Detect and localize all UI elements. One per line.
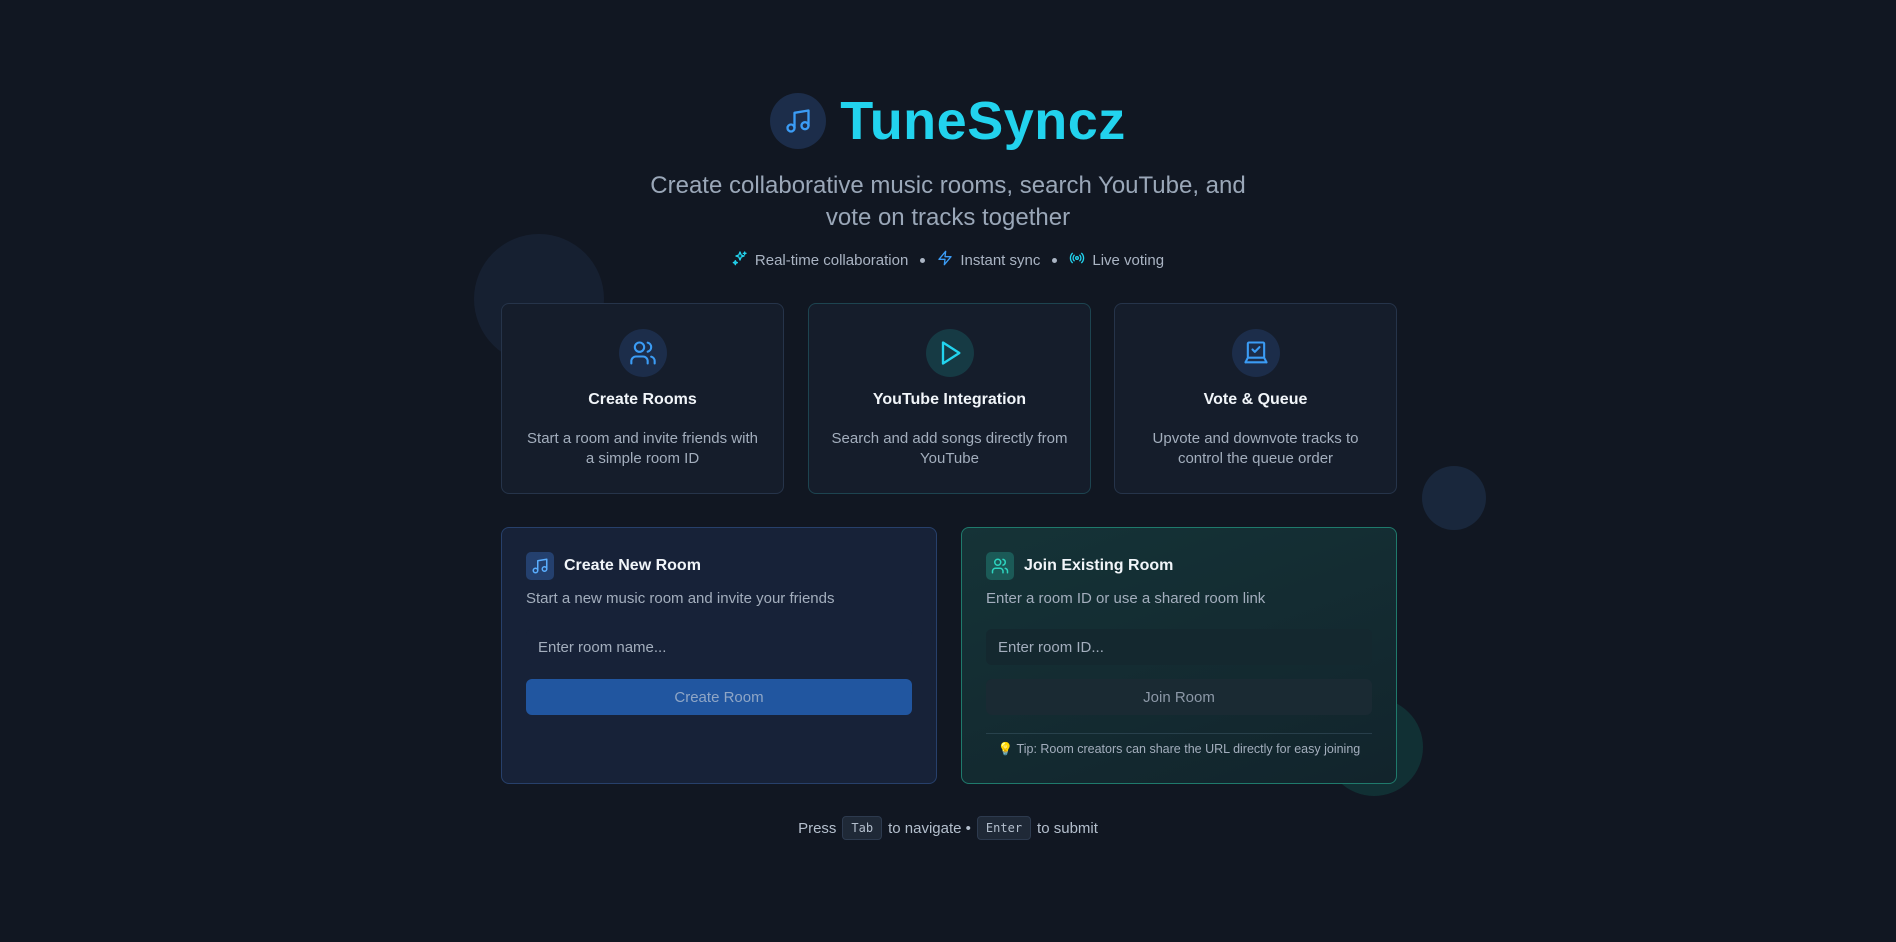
feature-title: YouTube Integration [872, 391, 1027, 408]
hint-submit: to submit [1037, 819, 1098, 837]
feature-description: Upvote and downvote tracks to control th… [1152, 430, 1359, 467]
highlight-label: Instant sync [960, 251, 1041, 269]
sparkles-icon [732, 250, 748, 270]
join-room-button[interactable]: Join Room [986, 679, 1372, 715]
app-header: TuneSyncz [0, 90, 1896, 152]
highlight-realtime: Real-time collaboration [732, 250, 908, 270]
hint-press: Press [798, 819, 837, 837]
music-note-icon [770, 93, 827, 149]
room-id-input[interactable] [986, 629, 1372, 665]
highlight-sync: Instant sync [937, 250, 1040, 270]
separator-dot [1052, 257, 1058, 263]
feature-card-create-rooms: Create Rooms Start a room and invite fri… [501, 303, 784, 494]
feature-card-youtube: YouTube Integration Search and add songs… [808, 303, 1091, 494]
keyboard-hint: Press Tab to navigate • Enter to submit [0, 816, 1896, 840]
join-tip: 💡 Tip: Room creators can share the URL d… [986, 733, 1372, 757]
users-icon [986, 552, 1014, 580]
lightning-icon [937, 250, 953, 270]
join-room-subtitle: Enter a room ID or use a shared room lin… [986, 590, 1266, 607]
highlight-label: Real-time collaboration [754, 251, 909, 269]
hint-navigate: to navigate • [888, 819, 971, 837]
create-room-title: Create New Room [564, 557, 701, 574]
join-room-title: Join Existing Room [1024, 557, 1174, 574]
vote-icon [1231, 329, 1280, 377]
create-room-header: Create New Room [526, 552, 912, 580]
create-room-subtitle: Start a new music room and invite your f… [526, 590, 835, 607]
feature-title: Create Rooms [588, 391, 697, 408]
tab-key: Tab [842, 816, 883, 840]
join-room-panel: Join Existing Room Enter a room ID or us… [961, 527, 1397, 784]
join-room-header: Join Existing Room [986, 552, 1372, 580]
app-title: TuneSyncz [840, 91, 1126, 151]
create-room-button[interactable]: Create Room [526, 679, 912, 715]
background-blob [1422, 466, 1486, 530]
feature-card-vote-queue: Vote & Queue Upvote and downvote tracks … [1114, 303, 1397, 494]
feature-description: Search and add songs directly from YouTu… [831, 430, 1068, 467]
feature-title: Vote & Queue [1203, 391, 1308, 408]
enter-key: Enter [976, 816, 1032, 840]
feature-description: Start a room and invite friends with a s… [527, 430, 758, 467]
play-icon [925, 329, 974, 377]
room-name-input[interactable] [526, 629, 912, 665]
broadcast-icon [1069, 250, 1085, 270]
highlight-label: Live voting [1092, 251, 1165, 269]
app-subtitle: Create collaborative music rooms, search… [650, 172, 1246, 231]
landing-page: TuneSyncz Create collaborative music roo… [0, 0, 1896, 942]
separator-dot [920, 257, 926, 263]
music-note-icon [526, 552, 554, 580]
highlights-row: Real-time collaboration Instant sync Liv… [0, 250, 1896, 270]
users-icon [618, 329, 667, 377]
highlight-voting: Live voting [1069, 250, 1164, 270]
create-room-panel: Create New Room Start a new music room a… [501, 527, 937, 784]
